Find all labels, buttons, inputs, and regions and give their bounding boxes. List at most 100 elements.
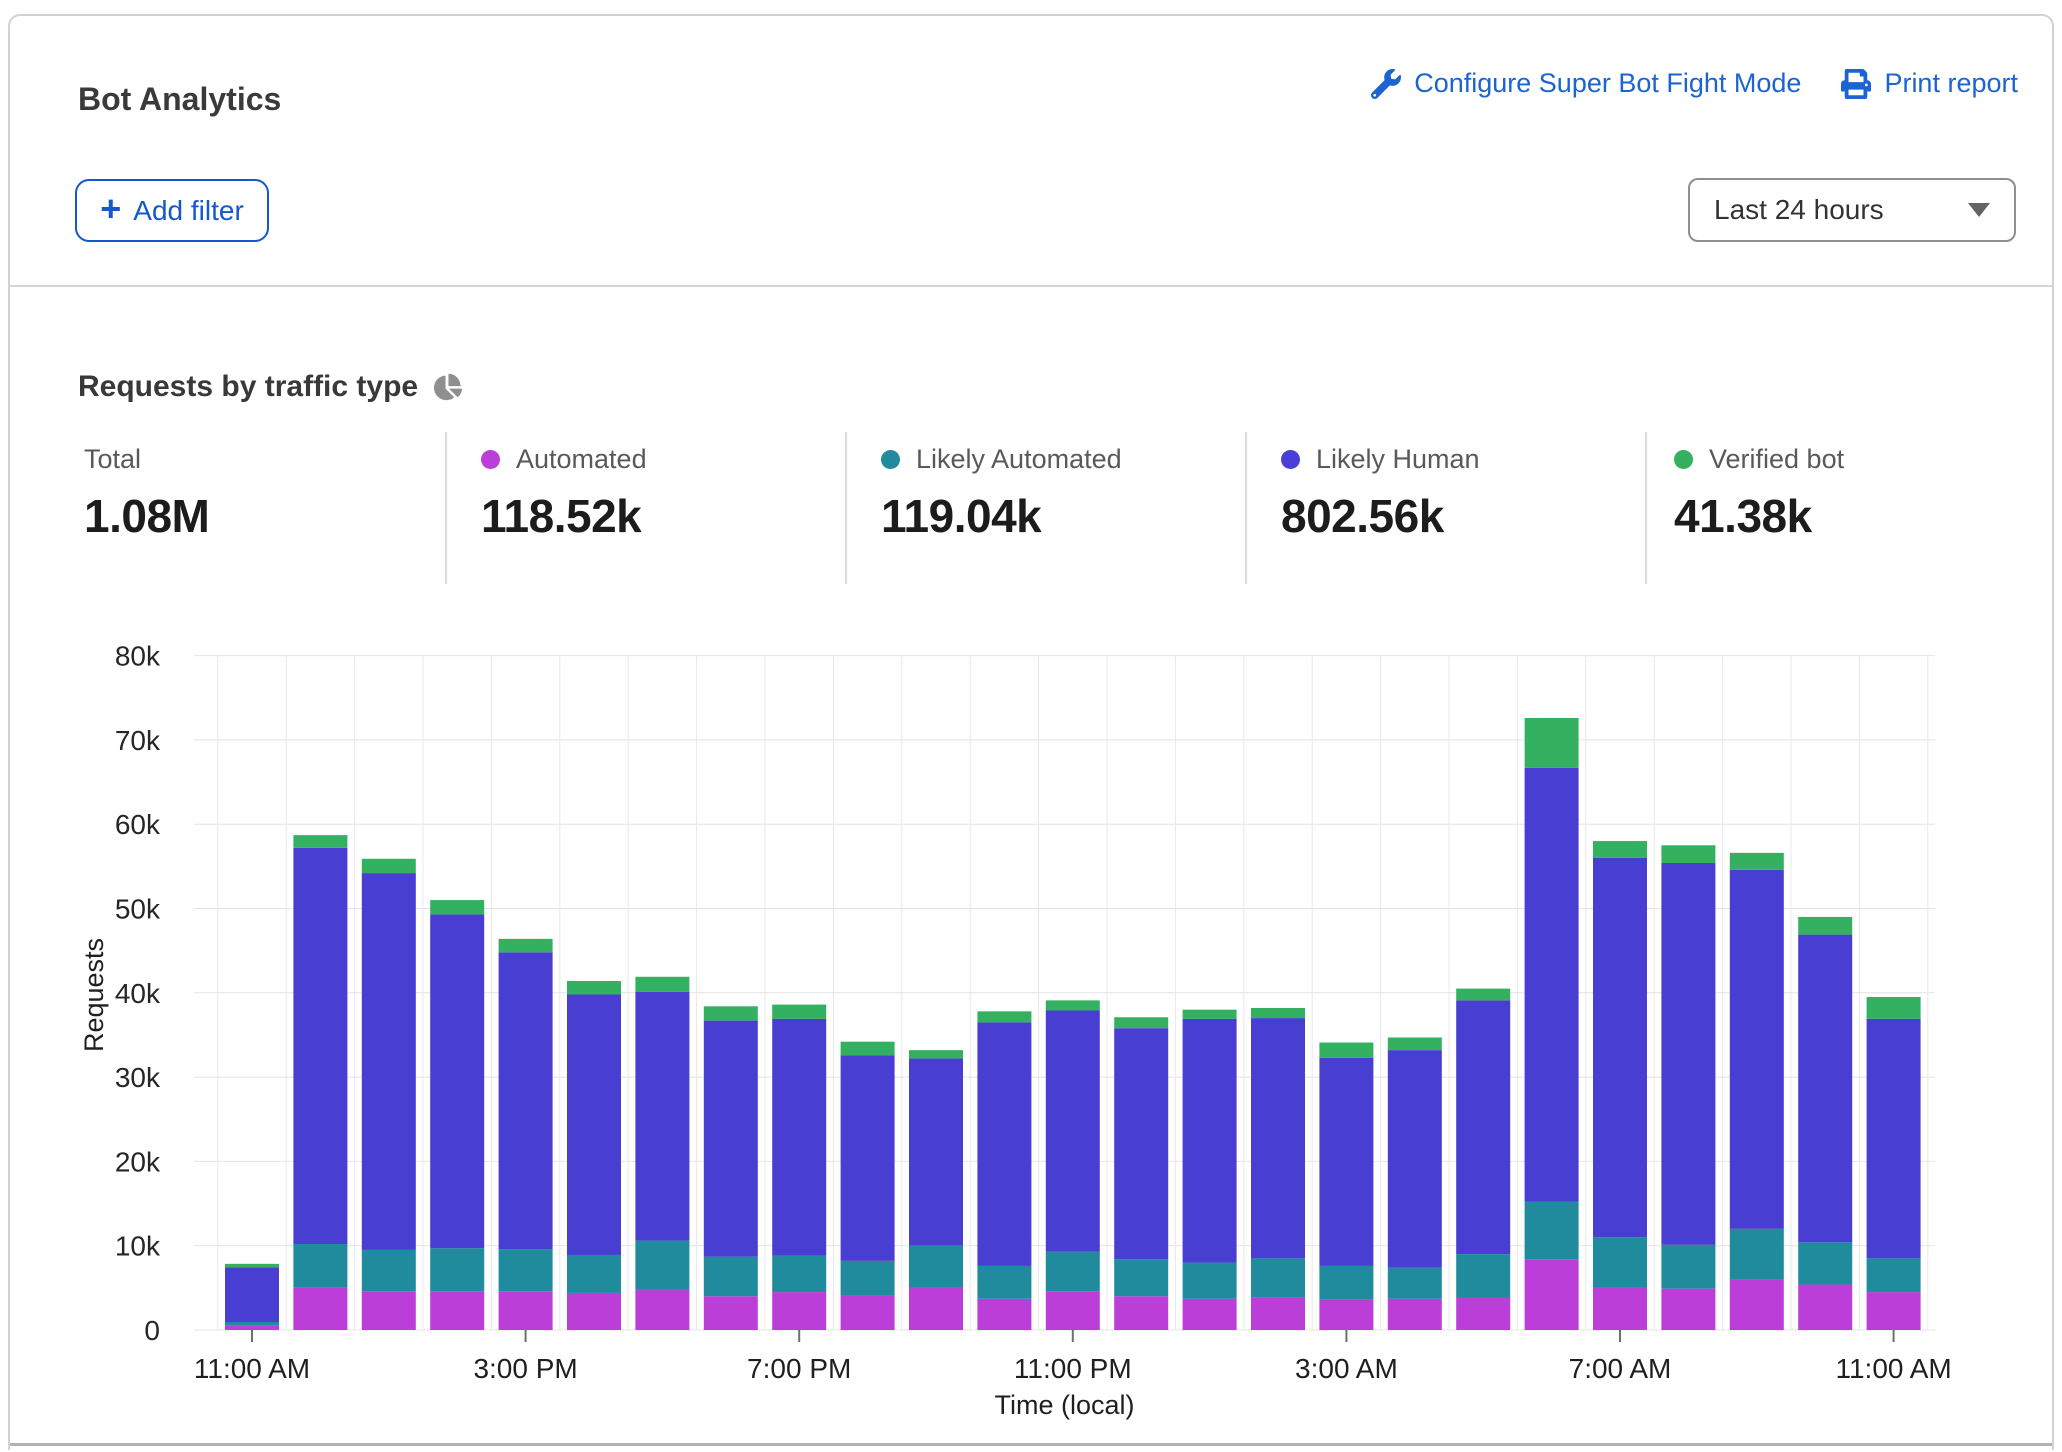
- bar-segment-likely-automated[interactable]: [1867, 1258, 1921, 1292]
- bar-segment-likely-human[interactable]: [704, 1021, 758, 1257]
- bar-segment-automated[interactable]: [1798, 1284, 1852, 1330]
- bar-segment-verified-bot[interactable]: [225, 1264, 279, 1267]
- print-report-link[interactable]: Print report: [1841, 68, 2018, 99]
- bar-segment-automated[interactable]: [225, 1326, 279, 1330]
- bar-segment-verified-bot[interactable]: [1251, 1008, 1305, 1018]
- bar-segment-likely-automated[interactable]: [909, 1246, 963, 1287]
- bar-segment-automated[interactable]: [293, 1288, 347, 1330]
- bar-segment-likely-automated[interactable]: [1525, 1202, 1579, 1259]
- bar-segment-verified-bot[interactable]: [1661, 845, 1715, 863]
- configure-super-bot-fight-mode-link[interactable]: Configure Super Bot Fight Mode: [1371, 68, 1801, 99]
- bar-segment-verified-bot[interactable]: [909, 1050, 963, 1058]
- bar-segment-verified-bot[interactable]: [1046, 1000, 1100, 1010]
- bar-segment-likely-automated[interactable]: [430, 1248, 484, 1291]
- bar-segment-verified-bot[interactable]: [430, 900, 484, 914]
- bar-segment-likely-human[interactable]: [1525, 768, 1579, 1202]
- bar-segment-likely-human[interactable]: [1046, 1011, 1100, 1252]
- bar-segment-automated[interactable]: [1183, 1299, 1237, 1330]
- bar-segment-likely-human[interactable]: [1593, 858, 1647, 1237]
- bar-segment-verified-bot[interactable]: [1456, 989, 1510, 1001]
- bar-segment-likely-human[interactable]: [1183, 1019, 1237, 1263]
- bar-segment-automated[interactable]: [1730, 1279, 1784, 1330]
- bar-segment-likely-human[interactable]: [909, 1059, 963, 1246]
- bar-segment-likely-human[interactable]: [567, 994, 621, 1254]
- bar-segment-likely-human[interactable]: [430, 914, 484, 1248]
- bar-segment-automated[interactable]: [499, 1291, 553, 1330]
- bar-segment-likely-human[interactable]: [293, 848, 347, 1244]
- bar-segment-likely-automated[interactable]: [841, 1261, 895, 1296]
- bar-segment-likely-automated[interactable]: [293, 1244, 347, 1288]
- bar-segment-likely-human[interactable]: [1251, 1018, 1305, 1258]
- bar-segment-verified-bot[interactable]: [1183, 1010, 1237, 1019]
- bar-segment-likely-automated[interactable]: [1730, 1229, 1784, 1280]
- bar-segment-automated[interactable]: [909, 1287, 963, 1330]
- bar-segment-automated[interactable]: [1525, 1259, 1579, 1330]
- bar-segment-likely-human[interactable]: [1114, 1028, 1168, 1259]
- bar-segment-automated[interactable]: [1114, 1296, 1168, 1330]
- bar-segment-automated[interactable]: [430, 1291, 484, 1330]
- bar-segment-verified-bot[interactable]: [772, 1005, 826, 1019]
- bar-segment-verified-bot[interactable]: [1114, 1017, 1168, 1028]
- add-filter-button[interactable]: + Add filter: [75, 179, 269, 242]
- bar-segment-likely-human[interactable]: [1661, 863, 1715, 1245]
- bar-segment-verified-bot[interactable]: [499, 939, 553, 952]
- bar-segment-verified-bot[interactable]: [1798, 917, 1852, 935]
- bar-segment-automated[interactable]: [1867, 1292, 1921, 1330]
- bar-segment-likely-automated[interactable]: [635, 1241, 689, 1290]
- bar-segment-verified-bot[interactable]: [1388, 1037, 1442, 1050]
- bar-segment-verified-bot[interactable]: [635, 977, 689, 992]
- bar-segment-automated[interactable]: [567, 1293, 621, 1330]
- bar-segment-automated[interactable]: [977, 1299, 1031, 1330]
- bar-segment-likely-human[interactable]: [1867, 1019, 1921, 1258]
- bar-segment-verified-bot[interactable]: [704, 1006, 758, 1020]
- bar-segment-likely-automated[interactable]: [362, 1250, 416, 1291]
- bar-segment-likely-automated[interactable]: [1661, 1245, 1715, 1289]
- bar-segment-likely-automated[interactable]: [499, 1249, 553, 1291]
- bar-segment-likely-human[interactable]: [772, 1019, 826, 1256]
- bar-segment-likely-automated[interactable]: [772, 1256, 826, 1292]
- bar-segment-likely-human[interactable]: [499, 952, 553, 1249]
- bar-segment-likely-automated[interactable]: [1388, 1268, 1442, 1299]
- bar-segment-automated[interactable]: [704, 1296, 758, 1330]
- bar-segment-automated[interactable]: [1046, 1291, 1100, 1330]
- bar-segment-likely-automated[interactable]: [1046, 1252, 1100, 1292]
- bar-segment-likely-human[interactable]: [1319, 1058, 1373, 1266]
- bar-segment-likely-automated[interactable]: [1319, 1266, 1373, 1300]
- bar-segment-likely-human[interactable]: [362, 873, 416, 1250]
- bar-segment-likely-human[interactable]: [841, 1055, 895, 1261]
- bar-segment-likely-human[interactable]: [1388, 1050, 1442, 1267]
- bar-segment-likely-automated[interactable]: [1456, 1254, 1510, 1298]
- bar-segment-verified-bot[interactable]: [841, 1042, 895, 1055]
- bar-segment-automated[interactable]: [1593, 1287, 1647, 1330]
- bar-segment-automated[interactable]: [1319, 1300, 1373, 1330]
- bar-segment-likely-human[interactable]: [635, 992, 689, 1241]
- bar-segment-likely-automated[interactable]: [1251, 1258, 1305, 1297]
- bar-segment-likely-automated[interactable]: [1798, 1242, 1852, 1284]
- bar-segment-likely-automated[interactable]: [225, 1322, 279, 1326]
- bar-segment-likely-automated[interactable]: [977, 1266, 1031, 1299]
- bar-segment-verified-bot[interactable]: [293, 835, 347, 848]
- bar-segment-verified-bot[interactable]: [1867, 997, 1921, 1019]
- bar-segment-verified-bot[interactable]: [1525, 718, 1579, 768]
- bar-segment-likely-human[interactable]: [977, 1022, 1031, 1266]
- time-range-select[interactable]: Last 24 hours: [1688, 178, 2016, 242]
- bar-segment-likely-automated[interactable]: [567, 1255, 621, 1293]
- bar-segment-likely-automated[interactable]: [1114, 1259, 1168, 1296]
- bar-segment-automated[interactable]: [362, 1291, 416, 1330]
- bar-segment-verified-bot[interactable]: [1730, 853, 1784, 870]
- bar-segment-verified-bot[interactable]: [567, 981, 621, 994]
- bar-segment-automated[interactable]: [1456, 1298, 1510, 1330]
- bar-segment-verified-bot[interactable]: [1319, 1043, 1373, 1058]
- bar-segment-likely-human[interactable]: [1798, 935, 1852, 1243]
- bar-segment-likely-human[interactable]: [1456, 1000, 1510, 1254]
- bar-segment-automated[interactable]: [635, 1290, 689, 1330]
- bar-segment-verified-bot[interactable]: [1593, 841, 1647, 858]
- bar-segment-automated[interactable]: [841, 1295, 895, 1330]
- bar-segment-automated[interactable]: [1251, 1297, 1305, 1330]
- bar-segment-automated[interactable]: [1388, 1299, 1442, 1330]
- bar-segment-likely-automated[interactable]: [704, 1257, 758, 1297]
- bar-segment-likely-human[interactable]: [1730, 870, 1784, 1229]
- bar-segment-likely-human[interactable]: [225, 1267, 279, 1322]
- bar-segment-automated[interactable]: [772, 1292, 826, 1330]
- bar-segment-verified-bot[interactable]: [977, 1011, 1031, 1022]
